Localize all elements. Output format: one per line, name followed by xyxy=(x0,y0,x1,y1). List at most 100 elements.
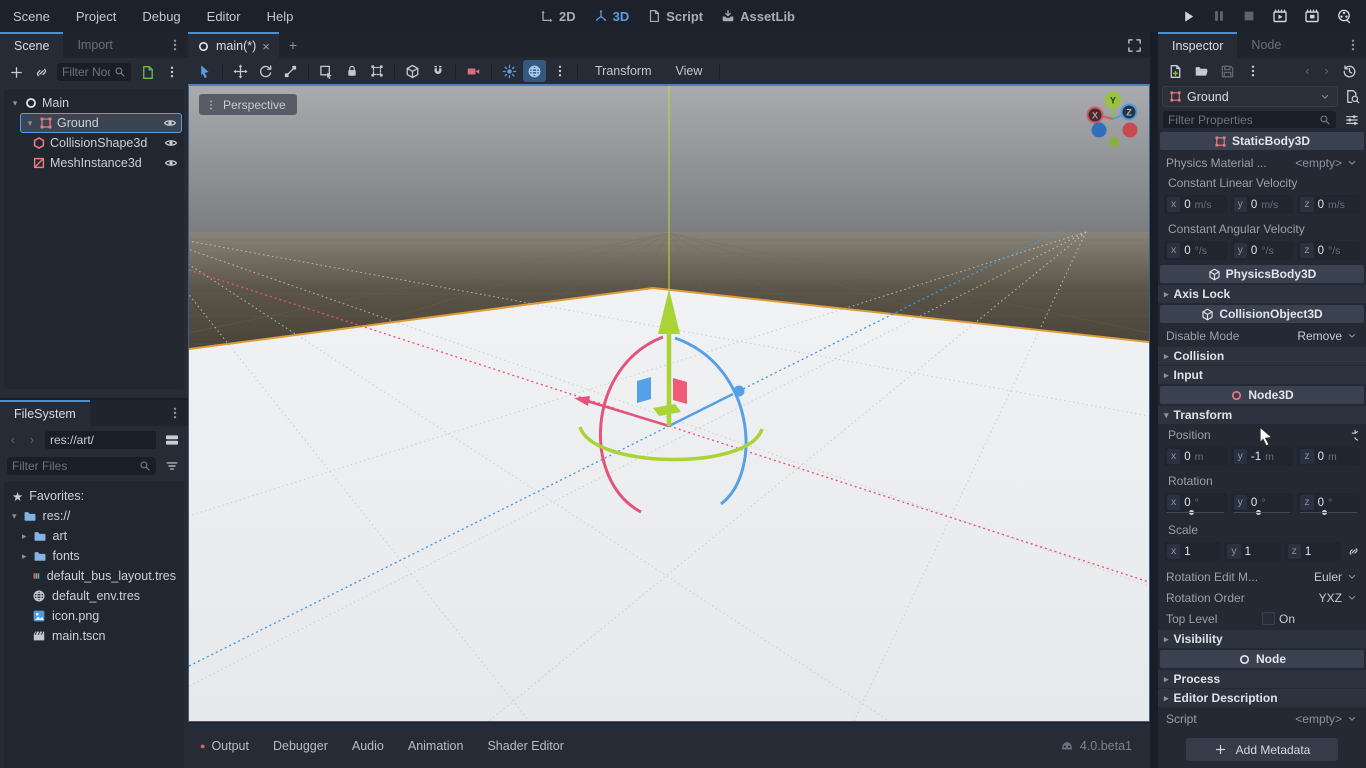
mode-script[interactable]: Script xyxy=(643,9,707,24)
instance-scene-button[interactable] xyxy=(31,62,51,82)
tree-row-ground[interactable]: ▾ Ground xyxy=(20,113,182,133)
rotate-tool-button[interactable] xyxy=(254,60,277,82)
tab-inspector[interactable]: Inspector xyxy=(1158,32,1237,58)
expand-arrow-icon[interactable]: ▸ xyxy=(22,531,27,542)
preview-environment-button[interactable] xyxy=(523,60,546,82)
play-scene-button[interactable] xyxy=(1272,8,1288,24)
scale-y-field[interactable]: y1 xyxy=(1224,542,1280,561)
position-x-field[interactable]: x0m xyxy=(1164,447,1227,466)
open-docs-button[interactable] xyxy=(1342,87,1362,107)
camera-override-button[interactable] xyxy=(462,60,485,82)
section-process[interactable]: ▸Process xyxy=(1158,670,1366,688)
file-sort-button[interactable] xyxy=(162,456,182,476)
prop-rotation-edit-mode[interactable]: Rotation Edit M... Euler xyxy=(1158,566,1366,587)
history-forward-button[interactable]: › xyxy=(1320,61,1333,81)
rotation-y-field[interactable]: y0° xyxy=(1231,493,1294,512)
bottom-tab-shader-editor[interactable]: Shader Editor xyxy=(487,739,563,753)
bottom-tab-animation[interactable]: Animation xyxy=(408,739,464,753)
scene-tab-main[interactable]: main(*) × xyxy=(188,32,279,58)
move-tool-button[interactable] xyxy=(229,60,252,82)
clv-x-field[interactable]: x0m/s xyxy=(1164,195,1227,214)
tab-node[interactable]: Node xyxy=(1237,32,1295,58)
prop-script[interactable]: Script <empty> xyxy=(1158,708,1366,729)
cav-x-field[interactable]: x0°/s xyxy=(1164,241,1227,260)
preview-sun-button[interactable] xyxy=(498,60,521,82)
select-tool-button[interactable] xyxy=(193,60,216,82)
visibility-eye-icon[interactable] xyxy=(163,116,177,130)
attach-script-button[interactable] xyxy=(137,62,157,82)
filter-node-input[interactable] xyxy=(62,65,110,79)
fs-row-icon-png[interactable]: icon.png xyxy=(6,606,182,626)
stop-button[interactable] xyxy=(1242,9,1256,23)
tree-row-collisionshape[interactable]: CollisionShape3d xyxy=(6,133,182,153)
bottom-tab-debugger[interactable]: Debugger xyxy=(273,739,328,753)
section-editor-description[interactable]: ▸Editor Description xyxy=(1158,689,1366,707)
scene-tree-menu-button[interactable] xyxy=(162,62,182,82)
clv-y-field[interactable]: y0m/s xyxy=(1231,195,1294,214)
collapse-arrow-icon[interactable]: ▾ xyxy=(12,511,17,522)
plane-handle-x[interactable] xyxy=(673,378,687,404)
axis-neg-z-ball[interactable] xyxy=(1092,123,1107,138)
position-y-field[interactable]: y-1m xyxy=(1231,447,1294,466)
fs-row-fonts[interactable]: ▸ fonts xyxy=(6,546,182,566)
filesystem-menu[interactable] xyxy=(162,400,188,426)
prop-top-level[interactable]: Top Level On xyxy=(1158,608,1366,629)
scene-dock-menu[interactable] xyxy=(162,32,188,58)
scale-z-field[interactable]: z1 xyxy=(1285,542,1341,561)
rotation-x-field[interactable]: x0° xyxy=(1164,493,1227,512)
scale-tool-button[interactable] xyxy=(279,60,302,82)
transform-menu[interactable]: Transform xyxy=(584,64,663,78)
collapse-arrow-icon[interactable]: ▾ xyxy=(10,98,20,109)
expand-arrow-icon[interactable]: ▸ xyxy=(22,551,27,562)
new-resource-button[interactable] xyxy=(1165,61,1185,81)
link-scale-button[interactable] xyxy=(1347,545,1360,558)
section-visibility[interactable]: ▸Visibility xyxy=(1158,630,1366,648)
mode-assetlib[interactable]: AssetLib xyxy=(717,9,799,24)
snap-button[interactable] xyxy=(426,60,449,82)
tab-scene[interactable]: Scene xyxy=(0,32,63,58)
slider-knob[interactable] xyxy=(1189,510,1194,515)
play-button[interactable] xyxy=(1181,9,1196,24)
collapse-arrow-icon[interactable]: ▾ xyxy=(25,118,35,129)
menu-project[interactable]: Project xyxy=(63,0,129,32)
axis-neg-y-ball[interactable] xyxy=(1109,137,1119,147)
load-resource-button[interactable] xyxy=(1191,61,1211,81)
history-button[interactable] xyxy=(1339,61,1359,81)
fs-row-res[interactable]: ▾ res:// xyxy=(6,506,182,526)
rev­ert-button[interactable] xyxy=(1345,429,1358,442)
resource-extra-menu[interactable] xyxy=(1243,61,1263,81)
section-collision[interactable]: ▸Collision xyxy=(1158,347,1366,365)
tab-filesystem[interactable]: FileSystem xyxy=(0,400,90,426)
movie-maker-button[interactable] xyxy=(1336,8,1352,24)
menu-scene[interactable]: Scene xyxy=(0,0,63,32)
local-space-button[interactable] xyxy=(401,60,424,82)
plane-handle-z[interactable] xyxy=(637,377,651,403)
mode-2d[interactable]: 2D xyxy=(536,9,580,24)
filter-files-input[interactable] xyxy=(12,459,135,473)
slider-knob[interactable] xyxy=(1322,510,1327,515)
inspector-menu[interactable] xyxy=(1340,32,1366,58)
version-info[interactable]: 4.0.beta1 xyxy=(1060,739,1138,753)
viewport-3d[interactable]: Y X Z Perspective xyxy=(188,84,1150,722)
menu-editor[interactable]: Editor xyxy=(194,0,254,32)
tree-row-main[interactable]: ▾ Main xyxy=(6,93,182,113)
filter-properties-input[interactable] xyxy=(1168,113,1315,127)
add-metadata-button[interactable]: Add Metadata xyxy=(1186,738,1338,761)
lock-button[interactable] xyxy=(340,60,363,82)
visibility-eye-icon[interactable] xyxy=(164,156,178,170)
fs-row-env[interactable]: default_env.tres xyxy=(6,586,182,606)
clv-z-field[interactable]: z0m/s xyxy=(1297,195,1360,214)
play-custom-scene-button[interactable] xyxy=(1304,8,1320,24)
scale-x-field[interactable]: x1 xyxy=(1164,542,1220,561)
visibility-eye-icon[interactable] xyxy=(164,136,178,150)
fs-row-favorites[interactable]: ★ Favorites: xyxy=(6,486,182,506)
bottom-tab-audio[interactable]: Audio xyxy=(352,739,384,753)
tab-import[interactable]: Import xyxy=(63,32,126,58)
bottom-tab-output[interactable]: ●Output xyxy=(200,739,249,753)
distraction-free-button[interactable] xyxy=(1119,32,1150,58)
perspective-button[interactable]: Perspective xyxy=(199,94,297,115)
mode-3d[interactable]: 3D xyxy=(590,9,634,24)
view-menu[interactable]: View xyxy=(665,64,714,78)
new-scene-tab-button[interactable]: + xyxy=(279,32,307,58)
axis-neg-x-ball[interactable] xyxy=(1123,123,1138,138)
